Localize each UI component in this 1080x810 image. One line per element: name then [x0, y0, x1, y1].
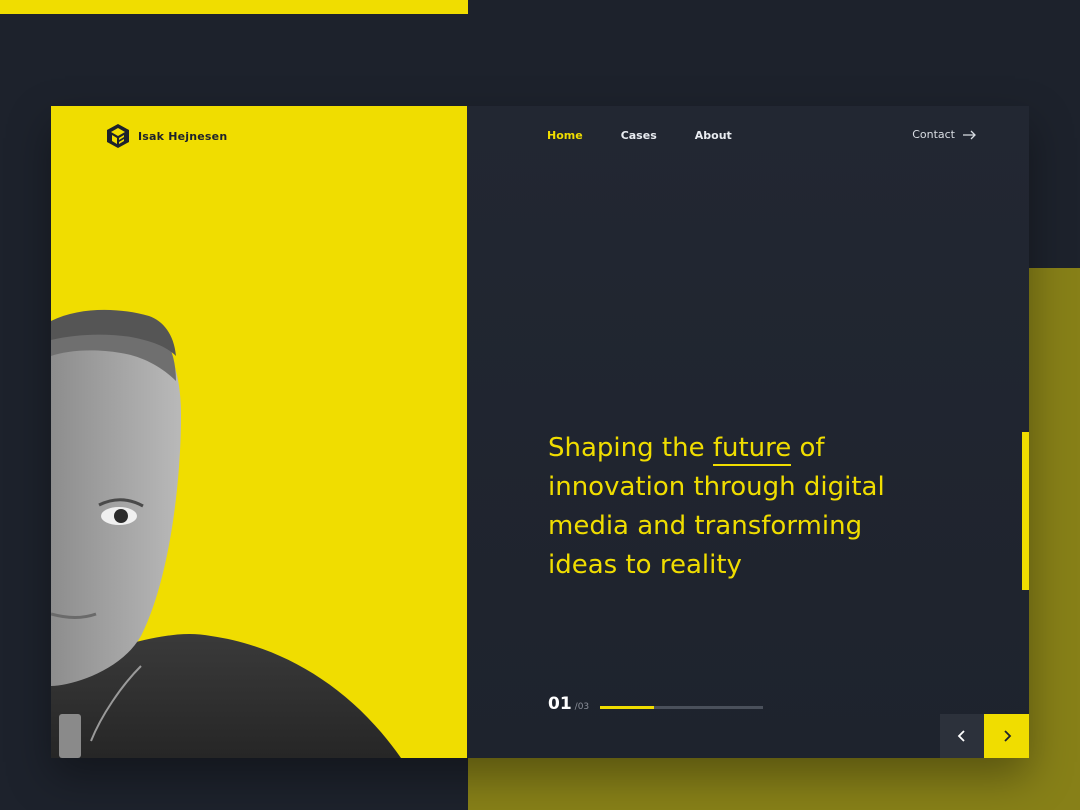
chevron-left-icon [957, 730, 965, 742]
headline-prefix: Shaping the [548, 433, 713, 463]
page-background: Isak Hejnesen Home Cases About Contact S… [0, 0, 1080, 810]
headline-line-2: innovation through digital [548, 472, 885, 502]
headline-line-4: ideas to reality [548, 550, 742, 580]
hero-headline: Shaping the future of innovation through… [548, 429, 948, 585]
progress-track [600, 706, 763, 709]
progress-fill [600, 706, 655, 709]
contact-label: Contact [912, 128, 955, 141]
nav-cases[interactable]: Cases [621, 129, 657, 142]
next-button[interactable] [984, 714, 1029, 758]
headline-highlight: future [712, 433, 792, 466]
prev-button[interactable] [940, 714, 984, 758]
portrait-image [51, 309, 401, 758]
slide-current: 01 [548, 694, 572, 714]
nav-home[interactable]: Home [547, 129, 583, 142]
slider-controls [940, 714, 1029, 758]
main-nav: Home Cases About [547, 129, 732, 142]
headline-line-3: media and transforming [548, 511, 863, 541]
brand-logo[interactable]: Isak Hejnesen [106, 123, 227, 149]
headline-suffix: of [791, 433, 825, 463]
chevron-right-icon [1003, 730, 1011, 742]
hero-card: Isak Hejnesen Home Cases About Contact S… [51, 106, 1029, 758]
arrow-right-icon [963, 130, 976, 139]
slide-progress: 01 /03 [548, 694, 763, 714]
cube-logo-icon [107, 124, 129, 148]
top-accent-strip [0, 0, 468, 14]
brand-name: Isak Hejnesen [138, 129, 228, 143]
nav-about[interactable]: About [695, 129, 732, 142]
contact-link[interactable]: Contact [912, 128, 977, 141]
content-panel: Home Cases About Contact Shaping the fut… [467, 106, 1029, 758]
accent-bar [1022, 432, 1029, 590]
slide-total: /03 [574, 702, 590, 712]
portrait-panel: Isak Hejnesen [51, 106, 467, 758]
